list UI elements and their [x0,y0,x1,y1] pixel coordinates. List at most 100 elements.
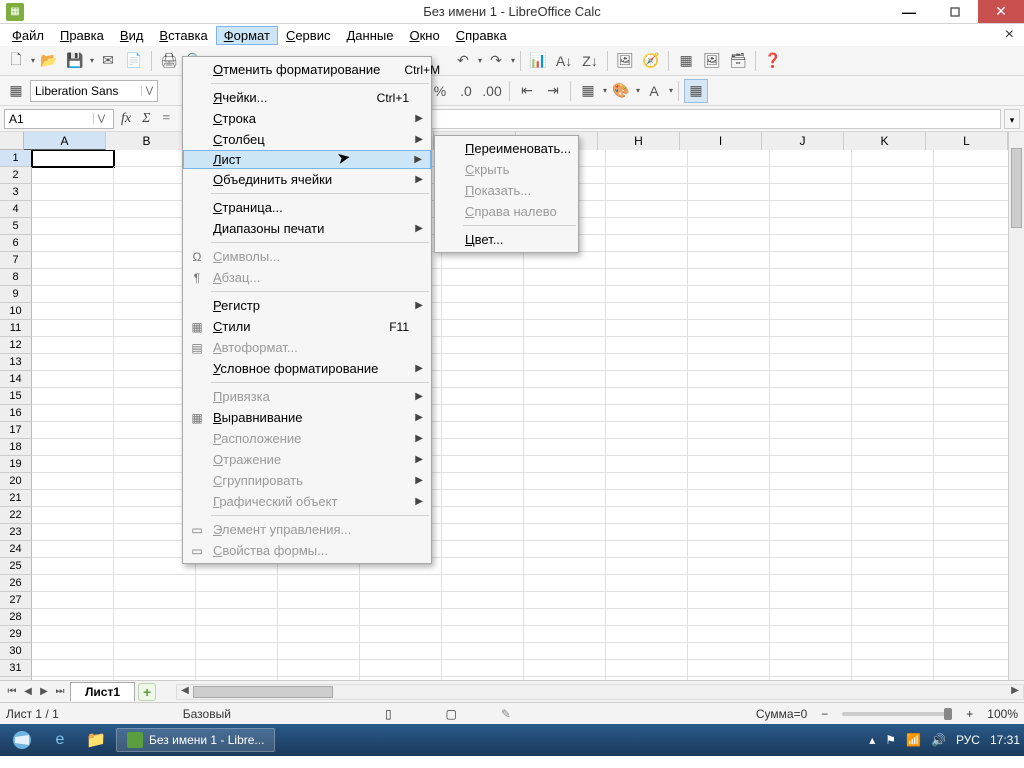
cell[interactable] [852,371,934,388]
cell[interactable] [852,626,934,643]
cell[interactable] [32,609,114,626]
cell[interactable] [442,456,524,473]
cell[interactable] [32,541,114,558]
cell[interactable] [278,609,360,626]
cell[interactable] [442,422,524,439]
cell[interactable] [688,626,770,643]
cell[interactable] [32,269,114,286]
cell[interactable] [688,150,770,167]
cell[interactable] [688,388,770,405]
cell[interactable] [770,354,852,371]
cell[interactable] [688,201,770,218]
number-icon[interactable]: .0 [454,79,478,103]
menu-item[interactable]: ▦Выравнивание▶ [183,407,431,428]
cell[interactable] [442,643,524,660]
cell[interactable] [934,167,1008,184]
cell[interactable] [606,558,688,575]
cell[interactable] [606,456,688,473]
cell[interactable] [770,303,852,320]
cell[interactable] [934,609,1008,626]
cell[interactable] [524,490,606,507]
cell[interactable] [32,252,114,269]
cell[interactable] [32,507,114,524]
cell[interactable] [688,184,770,201]
menu-формат[interactable]: Формат [216,26,278,45]
cell[interactable] [770,218,852,235]
cell[interactable] [934,218,1008,235]
cell[interactable] [278,643,360,660]
cell[interactable] [688,643,770,660]
cell[interactable] [524,592,606,609]
row-header[interactable]: 9 [0,286,32,303]
menu-item[interactable]: Диапазоны печати▶ [183,218,431,239]
cell[interactable] [688,286,770,303]
menu-item[interactable]: ▦СтилиF11 [183,316,431,337]
cell[interactable] [606,524,688,541]
selection-mode-icon[interactable]: ▢ [446,707,457,721]
cell[interactable] [442,252,524,269]
menu-item[interactable]: Лист▶ [183,150,431,169]
cell[interactable] [32,524,114,541]
bgcolor-icon[interactable]: 🎨 [609,79,633,103]
cell[interactable] [360,609,442,626]
cell[interactable] [688,660,770,677]
menu-item[interactable]: Объединить ячейки▶ [183,169,431,190]
menu-вид[interactable]: Вид [112,26,152,45]
menu-item[interactable]: Столбец▶ [183,129,431,150]
cell[interactable] [524,524,606,541]
cell[interactable] [524,507,606,524]
image-icon[interactable]: 🖼 [613,49,637,73]
cell[interactable] [442,524,524,541]
cell[interactable] [852,541,934,558]
cell[interactable] [934,507,1008,524]
menu-справка[interactable]: Справка [448,26,515,45]
cell[interactable] [442,405,524,422]
inc-indent-icon[interactable]: ⇥ [541,79,565,103]
cell[interactable] [606,337,688,354]
cell[interactable] [606,422,688,439]
cell[interactable] [524,422,606,439]
cell[interactable] [852,575,934,592]
cell[interactable] [770,150,852,167]
cell[interactable] [934,558,1008,575]
cell[interactable] [688,252,770,269]
cell[interactable] [442,320,524,337]
cell[interactable] [934,575,1008,592]
cell[interactable] [606,286,688,303]
cell[interactable] [852,473,934,490]
cell[interactable] [688,371,770,388]
cell[interactable] [770,626,852,643]
cell[interactable] [524,609,606,626]
cell[interactable] [688,592,770,609]
cell[interactable] [934,456,1008,473]
cell[interactable] [770,388,852,405]
menu-окно[interactable]: Окно [401,26,447,45]
cell[interactable] [32,184,114,201]
tab-next-icon[interactable]: ▶ [36,686,52,697]
cell[interactable] [770,269,852,286]
cell[interactable] [770,337,852,354]
cell[interactable] [688,490,770,507]
fontcolor-icon[interactable]: A [642,79,666,103]
row-header[interactable]: 26 [0,575,32,592]
cell[interactable] [688,558,770,575]
cell[interactable] [442,558,524,575]
cell[interactable] [688,473,770,490]
vertical-scrollbar[interactable] [1008,132,1024,686]
cell[interactable] [852,558,934,575]
cell[interactable] [688,524,770,541]
cell[interactable] [688,405,770,422]
font-name-input[interactable] [31,84,141,98]
cell[interactable] [442,626,524,643]
cell[interactable] [606,592,688,609]
row-header[interactable]: 1 [0,150,32,167]
cell[interactable] [688,167,770,184]
formula-expand-icon[interactable]: ▾ [1004,109,1020,129]
row-header[interactable]: 13 [0,354,32,371]
cell[interactable] [934,252,1008,269]
cell[interactable] [852,507,934,524]
cell[interactable] [770,405,852,422]
cell[interactable] [278,660,360,677]
cell[interactable] [688,218,770,235]
cell[interactable] [852,388,934,405]
